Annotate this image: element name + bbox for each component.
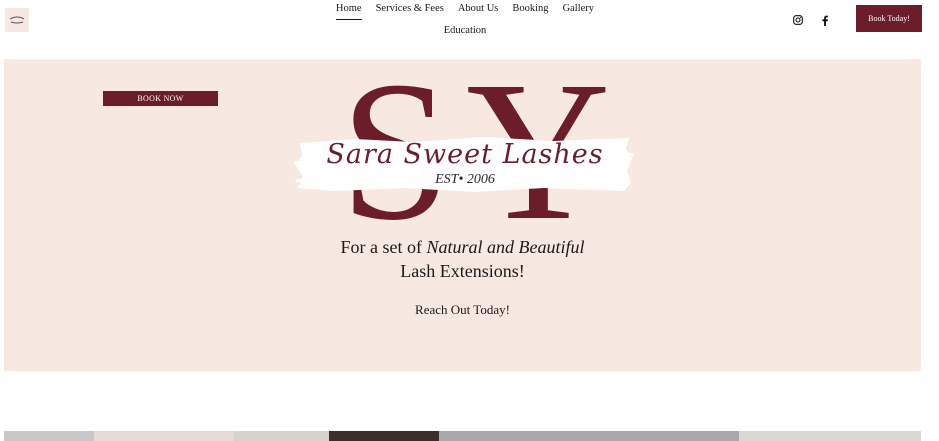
nav-gallery[interactable]: Gallery [563, 0, 595, 20]
tagline-line2: Lash Extensions! [400, 261, 525, 281]
nav-booking[interactable]: Booking [512, 0, 548, 20]
facebook-icon[interactable] [818, 13, 832, 27]
gallery-image [439, 431, 739, 441]
gallery-image [4, 431, 94, 441]
gallery-image [329, 431, 439, 441]
tagline-line1: For a set of Natural and Beautiful [4, 237, 921, 258]
gallery-image [234, 431, 329, 441]
book-today-button[interactable]: Book Today! [856, 5, 922, 32]
reach-out-text: Reach Out Today! [415, 302, 510, 317]
book-now-button[interactable]: BOOK NOW [103, 91, 218, 106]
nav-education[interactable]: Education [444, 22, 487, 40]
nav-services-fees[interactable]: Services & Fees [376, 0, 444, 20]
gallery-image [94, 431, 234, 441]
nav-home[interactable]: Home [335, 0, 362, 20]
instagram-icon[interactable] [791, 13, 805, 27]
tagline-italic: Natural and Beautiful [426, 237, 585, 257]
brand-script-title: Sara Sweet Lashes [326, 139, 604, 170]
tagline-prefix: For a set of [340, 237, 422, 257]
site-logo[interactable] [5, 8, 29, 32]
established-year: EST• 2006 [435, 172, 495, 187]
lash-logo-icon [9, 16, 25, 24]
gallery-image-strip [4, 431, 921, 441]
hero-section: BOOK NOW S Y Sara Sweet Lashes EST• 2006… [4, 59, 921, 371]
main-nav: Home Services & Fees About Us Booking Ga… [330, 0, 600, 40]
nav-about-us[interactable]: About Us [458, 0, 499, 20]
gallery-image [739, 431, 921, 441]
